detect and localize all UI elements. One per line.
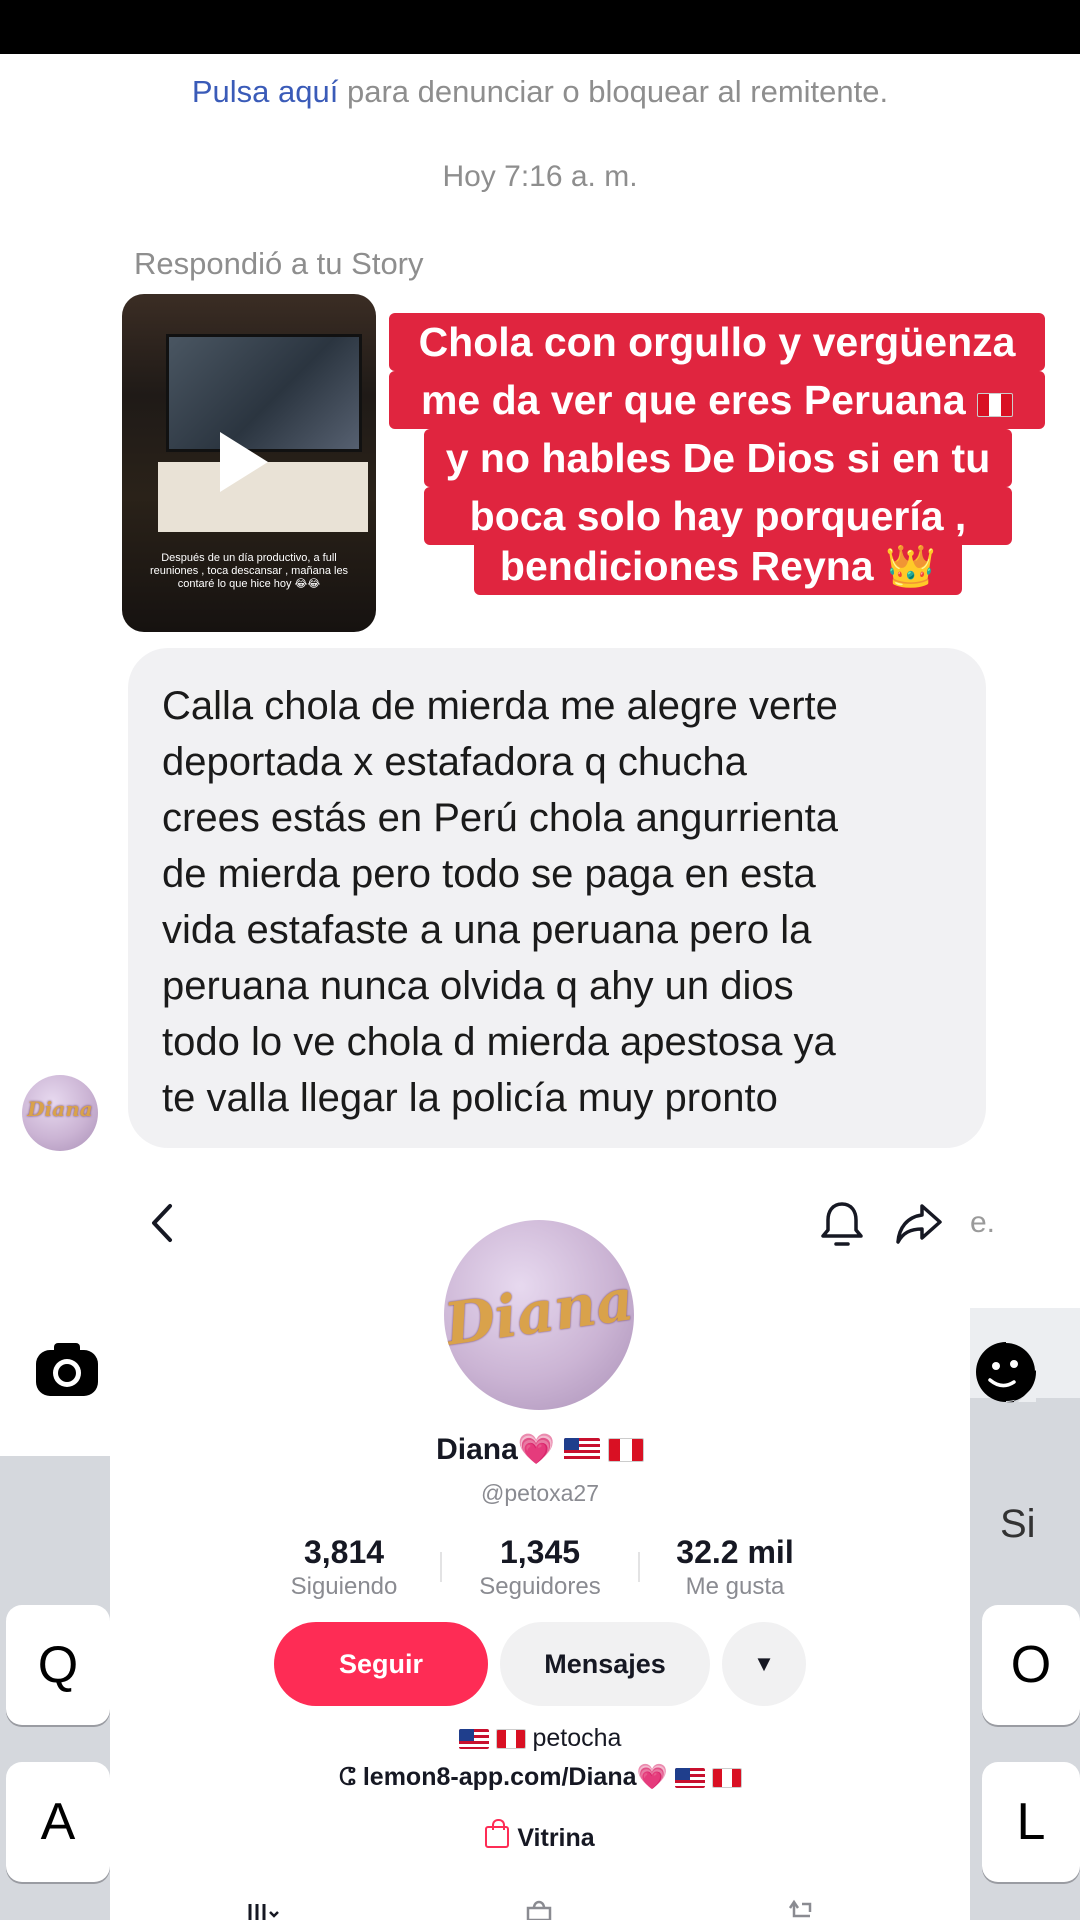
stat-label: Siguiendo [290,1573,398,1600]
overlay-line-1: Chola con orgullo y vergüenza [389,313,1045,371]
usa-flag-icon [563,1438,600,1462]
peru-flag-icon [495,1729,526,1749]
heart-icon: 💗 [636,1763,668,1791]
partial-text: e. [970,1206,996,1239]
status-bar [0,0,1080,54]
keyboard-suggestion[interactable]: Si [1000,1502,1036,1547]
message-timestamp: Hoy 7:16 a. m. [442,160,638,193]
story-caption: Después de un día productivo, a full reu… [149,552,349,590]
overlay-line-5: bendiciones Reyna 👑 [474,537,962,595]
sticker-icon[interactable] [974,1340,1038,1404]
more-options-button[interactable]: ▼ [722,1622,806,1706]
peru-flag-icon [977,393,1014,417]
report-notice: Pulsa aquí para denunciar o bloquear al … [0,74,1080,110]
back-icon[interactable] [146,1200,176,1246]
crown-icon: 👑 [885,543,937,589]
stat-label: Seguidores [479,1573,601,1600]
overlay-line-2: me da ver que eres Peruana [389,371,1045,429]
screen: Pulsa aquí para denunciar o bloquear al … [0,0,1080,1920]
profile-handle: @petoxa27 [481,1480,599,1506]
overlay-line-3: y no hables De Dios si en tu [424,429,1012,487]
profile-link[interactable]: ⵛ lemon8-app.com/Diana💗 [0,1762,1080,1792]
story-thumbnail[interactable]: Después de un día productivo, a full reu… [122,294,376,632]
bag-icon [485,1819,510,1848]
key-q[interactable]: Q [6,1605,110,1725]
stat-divider [638,1552,640,1582]
report-link[interactable]: Pulsa aquí [192,74,339,109]
shop-tab-icon[interactable] [522,1898,556,1920]
stat-following[interactable]: 3,814 Siguiendo [264,1532,424,1602]
stat-divider [440,1552,442,1582]
profile-name: Diana💗 [0,1432,1080,1467]
stat-likes[interactable]: 32.2 mil Me gusta [660,1532,810,1602]
profile-avatar-logo: Diana [444,1265,634,1359]
sender-avatar[interactable]: Diana [22,1075,98,1151]
message-text: Calla chola de mierda me alegre verte de… [162,684,838,1120]
bell-icon[interactable] [818,1198,866,1250]
stat-value: 1,345 [499,1534,581,1570]
stat-label: Me gusta [685,1573,785,1600]
camera-icon[interactable] [34,1340,100,1400]
profile-bio: petocha [0,1724,1080,1753]
peru-flag-icon [607,1438,644,1462]
follow-button[interactable]: Seguir [274,1622,488,1706]
key-o[interactable]: O [982,1605,1080,1725]
play-icon[interactable] [220,432,268,492]
reposts-tab-icon[interactable] [784,1898,818,1920]
story-reply-label: Respondió a tu Story [134,246,424,281]
videos-tab-icon[interactable] [246,1898,280,1920]
profile-avatar[interactable]: Diana [444,1220,634,1410]
usa-flag-icon [674,1768,705,1788]
triangle-down-icon: ▼ [753,1651,775,1676]
stat-value: 3,814 [303,1534,385,1570]
report-text: para denunciar o bloquear al remitente. [338,74,889,109]
peru-flag-icon [711,1768,742,1788]
showcase-link[interactable]: Vitrina [0,1819,1080,1853]
stat-followers[interactable]: 1,345 Seguidores [460,1532,620,1602]
share-icon[interactable] [894,1200,944,1246]
avatar-logo-text: Diana [27,1097,93,1121]
link-icon: ⵛ [338,1763,356,1791]
usa-flag-icon [458,1729,489,1749]
message-bubble[interactable]: Calla chola de mierda me alegre verte de… [128,648,986,1148]
stat-value: 32.2 mil [676,1534,794,1570]
message-button[interactable]: Mensajes [500,1622,710,1706]
heart-icon: 💗 [517,1433,556,1466]
